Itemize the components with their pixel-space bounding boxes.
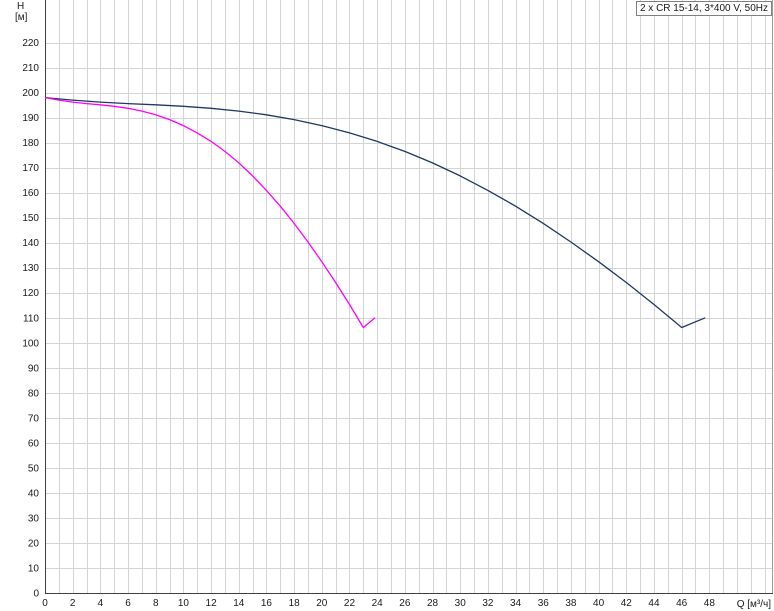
x-tick-label: 8 xyxy=(153,598,159,609)
x-tick-label: 16 xyxy=(261,598,273,609)
grid xyxy=(45,0,773,594)
x-tick-label: 26 xyxy=(399,598,411,609)
x-tick-label: 42 xyxy=(621,598,633,609)
pump-curve-chart: H [м] 0102030405060708090100110120130140… xyxy=(15,0,773,610)
y-tick-label: 10 xyxy=(28,563,40,574)
x-tick-label: 32 xyxy=(482,598,494,609)
y-tick-label: 100 xyxy=(22,338,39,349)
x-tick-label: 4 xyxy=(98,598,104,609)
y-tick-label: 180 xyxy=(22,138,39,149)
y-tick-label: 0 xyxy=(33,589,39,600)
chart-title: 2 x CR 15-14, 3*400 V, 50Hz xyxy=(635,1,772,16)
x-tick-label: 14 xyxy=(233,598,245,609)
x-tick-label: 34 xyxy=(510,598,522,609)
y-tick-label: 20 xyxy=(28,538,40,549)
y-tick-label: 80 xyxy=(28,388,40,399)
y-tick-label: 200 xyxy=(22,88,39,99)
x-tick-label: 24 xyxy=(372,598,384,609)
y-tick-label: 110 xyxy=(23,313,39,324)
y-tick-label: 60 xyxy=(28,438,40,449)
y-tick-label: 40 xyxy=(28,488,40,499)
y-tick-label: 130 xyxy=(22,263,39,274)
x-tick-label: 10 xyxy=(178,598,190,609)
x-tick-label: 2 xyxy=(70,598,76,609)
y-tick-label: 30 xyxy=(28,513,40,524)
x-tick-label: 38 xyxy=(565,598,577,609)
x-tick-label: 30 xyxy=(455,598,467,609)
y-tick-label: 50 xyxy=(28,463,40,474)
x-tick-label: 44 xyxy=(648,598,660,609)
y-tick-label: 90 xyxy=(28,363,40,374)
x-tick-label: 22 xyxy=(344,598,356,609)
y-tick-label: 210 xyxy=(22,63,39,74)
y-tick-label: 70 xyxy=(28,413,40,424)
x-tick-label: 6 xyxy=(125,598,131,609)
x-tick-label: 28 xyxy=(427,598,439,609)
y-tick-label: 220 xyxy=(22,38,39,49)
x-tick-label: 0 xyxy=(42,598,48,609)
x-tick-label: 36 xyxy=(538,598,550,609)
x-tick-label: 12 xyxy=(206,598,218,609)
x-tick-label: 46 xyxy=(676,598,688,609)
y-tick-label: 190 xyxy=(22,113,39,124)
y-tick-label: 120 xyxy=(22,288,39,299)
x-tick-label: 48 xyxy=(704,598,716,609)
y-tick-label: 140 xyxy=(22,238,39,249)
x-tick-label: 20 xyxy=(316,598,328,609)
x-tick-label: 40 xyxy=(593,598,605,609)
x-axis-label: Q [м³/ч] xyxy=(737,599,772,610)
y-tick-label: 160 xyxy=(22,188,39,199)
x-tick-label: 18 xyxy=(289,598,301,609)
y-axis-label: H xyxy=(17,1,24,12)
y-axis-unit: [м] xyxy=(15,12,28,23)
y-tick-label: 150 xyxy=(22,213,39,224)
y-tick-label: 170 xyxy=(22,163,39,174)
